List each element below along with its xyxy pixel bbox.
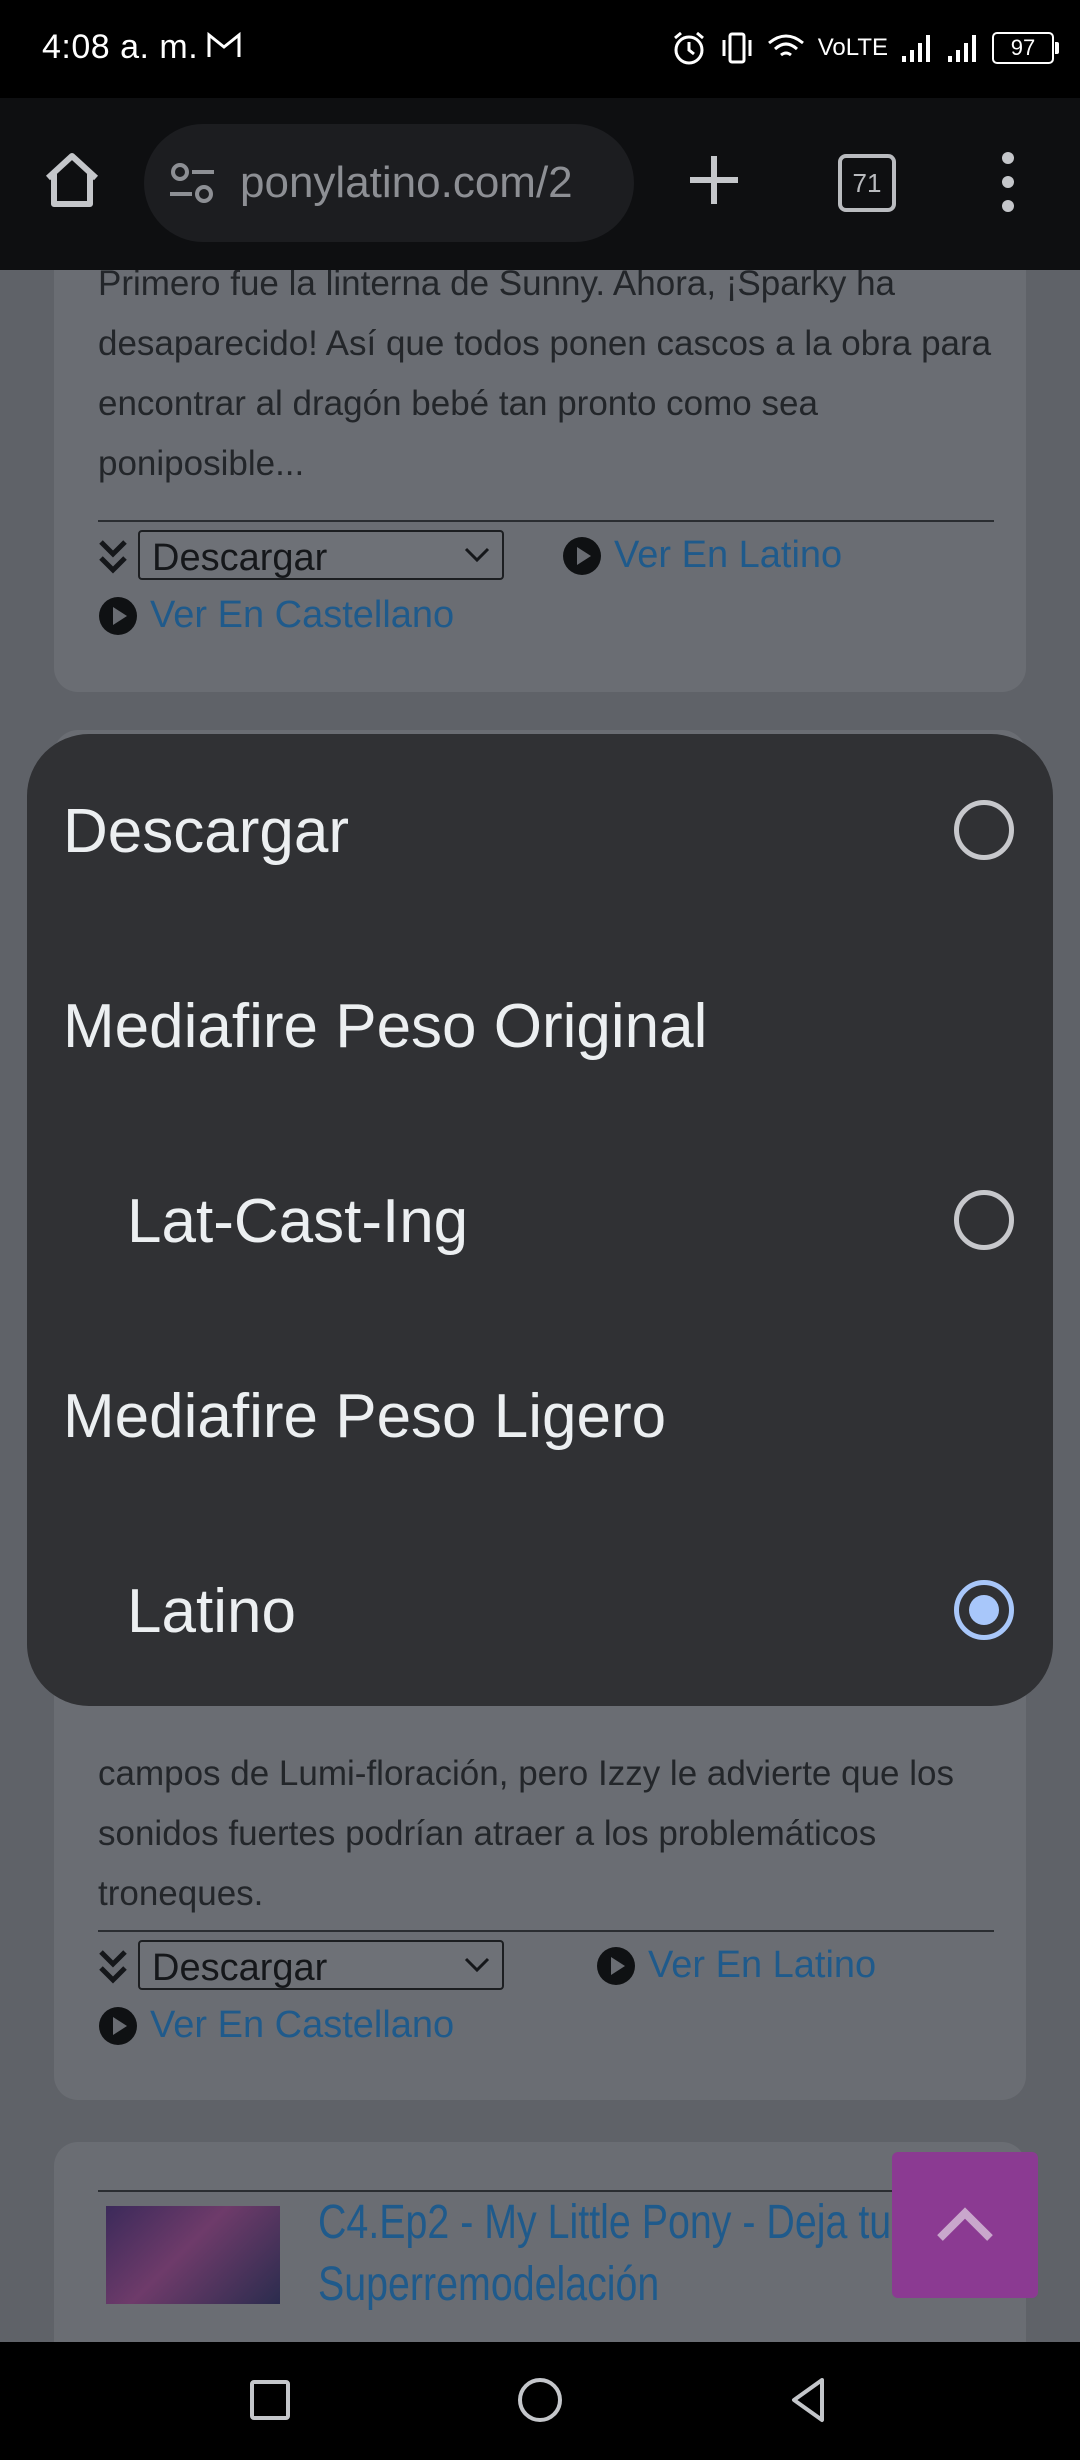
divider (98, 1930, 994, 1932)
select-options-dialog: Descargar Mediafire Peso Original Lat-Ca… (27, 734, 1053, 1706)
more-options-icon[interactable] (994, 150, 1022, 214)
option-label: Descargar (63, 797, 349, 866)
home-icon[interactable] (40, 148, 104, 212)
double-chevron-down-icon (99, 1950, 127, 1984)
play-icon (99, 597, 137, 635)
gmail-icon (207, 31, 241, 57)
scroll-to-top-button[interactable] (892, 2152, 1038, 2298)
radio-dot (969, 1595, 999, 1625)
address-bar[interactable]: ponylatino.com/2 (144, 124, 634, 242)
watch-castellano-label: Ver En Castellano (150, 594, 455, 636)
volte-indicator: VoLTE (817, 34, 888, 61)
download-select-value: Descargar (152, 1947, 328, 1989)
episode-card: C4.Ep2 - My Little Pony - Deja tu marca … (54, 2142, 1035, 2342)
battery-icon: 97 (992, 32, 1059, 64)
episode-card: Primero fue la linterna de Sunny. Ahora,… (54, 270, 1026, 692)
signal-icon (902, 35, 930, 62)
episode-description: Primero fue la linterna de Sunny. Ahora,… (98, 270, 992, 483)
play-icon (563, 537, 601, 575)
option-label: Latino (127, 1577, 296, 1646)
divider (98, 520, 994, 522)
option-descargar[interactable]: Descargar (27, 734, 1053, 930)
watch-latino-label: Ver En Latino (648, 1944, 877, 1986)
recents-icon[interactable] (242, 2372, 298, 2428)
tabs-icon[interactable]: 71 (838, 154, 896, 212)
radio-button[interactable] (954, 800, 1014, 860)
navigation-bar (0, 2342, 1080, 2460)
double-chevron-down-icon (99, 540, 127, 574)
back-icon[interactable] (782, 2372, 838, 2428)
download-row: Descargar Ver En Latino (98, 1936, 998, 1996)
episode-thumbnail[interactable] (106, 2206, 280, 2304)
watch-castellano-label: Ver En Castellano (150, 2004, 455, 2046)
status-bar: 4:08 a. m. VoLTE 97 (0, 0, 1080, 98)
download-select-value: Descargar (152, 537, 328, 579)
new-tab-icon[interactable] (684, 150, 744, 210)
download-select[interactable]: Descargar (138, 1940, 504, 1990)
status-time: 4:08 a. m. (42, 28, 199, 66)
url-text[interactable]: ponylatino.com/2 (240, 158, 573, 208)
alarm-icon (673, 31, 704, 65)
optgroup-label: Mediafire Peso Ligero (63, 1382, 667, 1451)
episode-description: campos de Lumi-floración, pero Izzy le a… (98, 1754, 954, 1913)
optgroup-mediafire-peso-ligero: Mediafire Peso Ligero (27, 1319, 1053, 1515)
signal-icon (948, 35, 976, 62)
optgroup-mediafire-peso-original: Mediafire Peso Original (27, 929, 1053, 1125)
chevron-down-icon (464, 547, 490, 563)
wifi-icon (767, 34, 804, 57)
vibrate-icon (722, 32, 752, 64)
play-icon (597, 1947, 635, 1985)
home-button-icon[interactable] (512, 2372, 568, 2428)
site-settings-icon[interactable] (168, 162, 216, 204)
optgroup-label: Mediafire Peso Original (63, 992, 708, 1061)
status-icons: VoLTE 97 (670, 28, 1059, 68)
watch-latino-label: Ver En Latino (614, 534, 843, 576)
option-label: Lat-Cast-Ing (127, 1187, 469, 1256)
browser-toolbar: ponylatino.com/2 71 (0, 98, 1080, 270)
option-lat-cast-ing[interactable]: Lat-Cast-Ing (27, 1124, 1053, 1320)
download-select[interactable]: Descargar (138, 530, 504, 580)
chevron-up-icon (937, 2207, 993, 2241)
play-icon (99, 2007, 137, 2045)
chevron-down-icon (464, 1957, 490, 1973)
download-row: Descargar Ver En Latino (98, 526, 998, 586)
radio-button-selected[interactable] (954, 1580, 1014, 1640)
option-latino[interactable]: Latino (27, 1514, 1053, 1706)
radio-button[interactable] (954, 1190, 1014, 1250)
